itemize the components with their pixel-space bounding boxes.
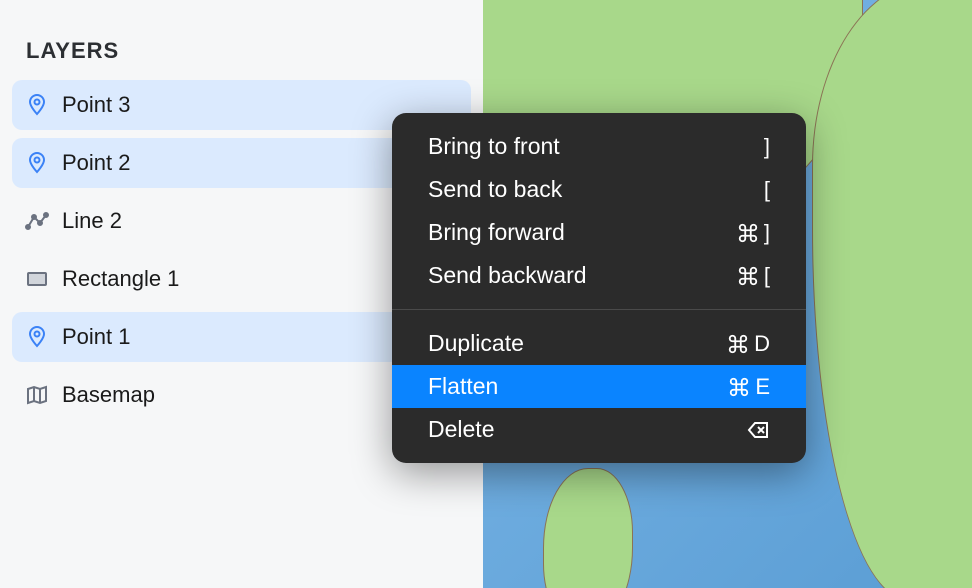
menu-item-bring-forward[interactable]: Bring forward]	[392, 211, 806, 254]
menu-item-duplicate[interactable]: Duplicate D	[392, 322, 806, 365]
map-land	[543, 468, 633, 588]
menu-item-bring-to-front[interactable]: Bring to front]	[392, 125, 806, 168]
context-menu: Bring to front] Send to back [ Bring forwar…	[392, 113, 806, 463]
menu-shortcut: [	[736, 263, 770, 289]
command-icon	[726, 332, 750, 356]
menu-shortcut	[746, 418, 770, 442]
menu-item-send-backward[interactable]: Send backward [	[392, 254, 806, 297]
shortcut-key: ]	[764, 220, 770, 246]
layer-item-label: Line 2	[62, 208, 122, 234]
pin-icon	[24, 150, 50, 176]
layer-item-label: Rectangle 1	[62, 266, 179, 292]
command-icon	[736, 264, 760, 288]
shortcut-key: ]	[764, 134, 770, 160]
menu-item-send-to-back[interactable]: Send to back [	[392, 168, 806, 211]
pin-icon	[24, 324, 50, 350]
shortcut-key: [	[764, 177, 770, 203]
command-icon	[736, 221, 760, 245]
layer-item-label: Point 2	[62, 150, 131, 176]
menu-item-label: Flatten	[428, 373, 498, 400]
menu-section: Duplicate D Flatten E Delete	[392, 310, 806, 463]
menu-item-label: Duplicate	[428, 330, 524, 357]
map-land	[812, 0, 972, 588]
menu-item-delete[interactable]: Delete	[392, 408, 806, 451]
menu-item-label: Send to back	[428, 176, 562, 203]
layers-title: LAYERS	[12, 38, 471, 64]
command-icon	[727, 375, 751, 399]
shortcut-key: D	[754, 331, 770, 357]
menu-shortcut: ]	[736, 220, 770, 246]
menu-shortcut: D	[726, 331, 770, 357]
menu-item-label: Bring forward	[428, 219, 565, 246]
menu-shortcut: ]	[764, 134, 770, 160]
rectangle-icon	[24, 266, 50, 292]
menu-item-label: Bring to front	[428, 133, 560, 160]
menu-item-label: Delete	[428, 416, 494, 443]
menu-shortcut: E	[727, 374, 770, 400]
menu-shortcut: [	[764, 177, 770, 203]
layer-item-label: Basemap	[62, 382, 155, 408]
map-icon	[24, 382, 50, 408]
pin-icon	[24, 92, 50, 118]
layer-item-label: Point 3	[62, 92, 131, 118]
layer-item-label: Point 1	[62, 324, 131, 350]
delete-icon	[746, 418, 770, 442]
menu-item-flatten[interactable]: Flatten E	[392, 365, 806, 408]
shortcut-key: E	[755, 374, 770, 400]
menu-section: Bring to front] Send to back [ Bring forwar…	[392, 113, 806, 309]
shortcut-key: [	[764, 263, 770, 289]
line-icon	[24, 208, 50, 234]
menu-item-label: Send backward	[428, 262, 587, 289]
